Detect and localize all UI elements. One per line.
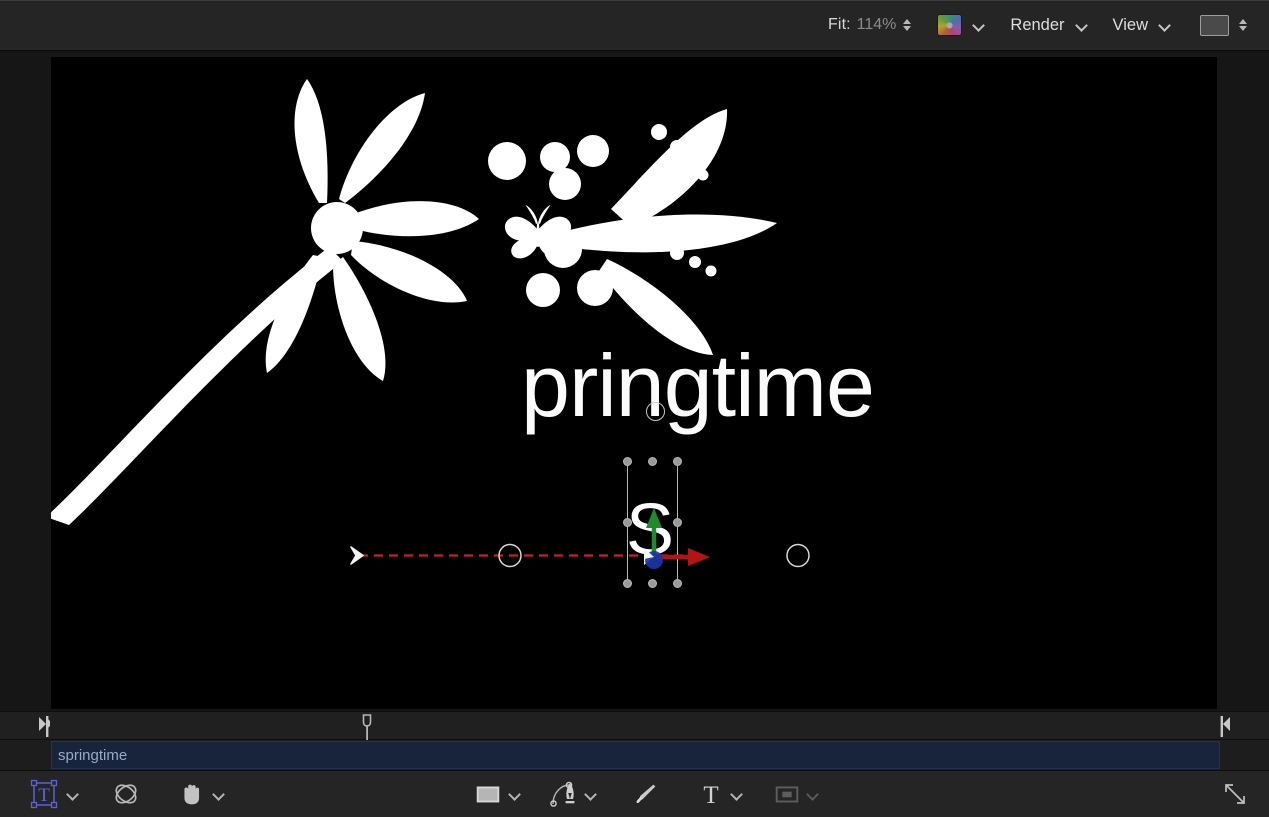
chevron-down-icon[interactable]: [730, 771, 743, 817]
fit-label: Fit:: [828, 16, 851, 34]
resize-diagonal-icon: [1221, 780, 1249, 808]
in-point-marker-icon[interactable]: [38, 716, 50, 737]
transform-gizmo[interactable]: [606, 497, 726, 607]
canvas-top-toolbar: Fit: 114% Render View: [0, 0, 1269, 51]
svg-text:T: T: [703, 782, 718, 809]
shape-tool-chevron[interactable]: [508, 771, 521, 817]
pen-tool-chevron[interactable]: [584, 771, 597, 817]
out-point-marker-icon[interactable]: [1219, 716, 1231, 737]
selection-handle-top-left[interactable]: [623, 457, 632, 466]
mask-rectangle-icon: [772, 779, 802, 809]
selection-handle-top-center[interactable]: [648, 457, 657, 466]
background-color-swatch-icon[interactable]: [1200, 15, 1229, 36]
orbit-3d-icon: [110, 778, 142, 810]
shape-tool[interactable]: [473, 771, 503, 817]
gizmo-y-axis-arrow-icon: [646, 508, 662, 528]
timeline-panel[interactable]: springtime: [0, 711, 1269, 770]
pen-tool[interactable]: [548, 771, 580, 817]
motion-canvas-window: Fit: 114% Render View: [0, 0, 1269, 817]
timeline-clip-label: springtime: [58, 747, 127, 764]
path-start-arrow-icon: [351, 547, 363, 564]
chevron-down-icon[interactable]: [584, 771, 597, 817]
motion-path-overlay[interactable]: [51, 57, 1217, 709]
timeline-ruler[interactable]: [0, 711, 1269, 740]
timeline-track-row[interactable]: springtime: [0, 741, 1269, 769]
view-menu-label[interactable]: View: [1113, 16, 1148, 35]
text-serif-t-icon: T: [697, 779, 725, 809]
transform-tool[interactable]: T: [28, 771, 60, 817]
transform-text-box-icon: T: [28, 778, 60, 810]
chevron-down-icon[interactable]: [973, 22, 984, 29]
transform-tool-chevron[interactable]: [66, 771, 79, 817]
text-tool[interactable]: T: [697, 771, 725, 817]
chevron-down-icon[interactable]: [508, 771, 521, 817]
selection-handle-top-right[interactable]: [673, 457, 682, 466]
bottom-tool-toolbar: T: [0, 770, 1269, 817]
orbit-3d-tool[interactable]: [110, 771, 142, 817]
pan-tool-chevron[interactable]: [212, 771, 225, 817]
timeline-clip[interactable]: springtime: [51, 741, 1220, 769]
stepper-up-down-icon[interactable]: [1239, 19, 1247, 32]
pan-tool[interactable]: [176, 771, 206, 817]
chevron-down-icon[interactable]: [1159, 22, 1170, 29]
text-tool-chevron[interactable]: [730, 771, 743, 817]
chevron-down-icon[interactable]: [212, 771, 225, 817]
mask-tool-chevron[interactable]: [806, 771, 819, 817]
render-menu-label[interactable]: Render: [1010, 16, 1064, 35]
project-canvas[interactable]: pringtime S: [51, 57, 1217, 709]
paint-brush-icon: [630, 779, 660, 809]
paint-tool[interactable]: [630, 771, 660, 817]
chevron-down-icon[interactable]: [1076, 22, 1087, 29]
playhead-icon[interactable]: [362, 714, 372, 740]
chevron-down-icon[interactable]: [66, 771, 79, 817]
gizmo-x-axis-arrow-icon: [688, 548, 710, 566]
fit-zoom-group[interactable]: Fit: 114%: [828, 0, 911, 50]
bezier-pen-icon: [548, 778, 580, 810]
resize-handle[interactable]: [1221, 771, 1249, 817]
color-wheel-swatch-icon[interactable]: [937, 14, 962, 36]
mask-tool[interactable]: [772, 771, 802, 817]
rectangle-shape-icon: [473, 779, 503, 809]
chevron-down-icon[interactable]: [806, 771, 819, 817]
path-end-waypoint-ring-icon: [787, 545, 809, 567]
stepper-up-down-icon[interactable]: [903, 19, 911, 32]
svg-text:T: T: [38, 785, 50, 806]
hand-pan-icon: [176, 779, 206, 809]
fit-zoom-value[interactable]: 114%: [857, 16, 897, 34]
canvas-viewport[interactable]: pringtime S: [0, 51, 1269, 711]
